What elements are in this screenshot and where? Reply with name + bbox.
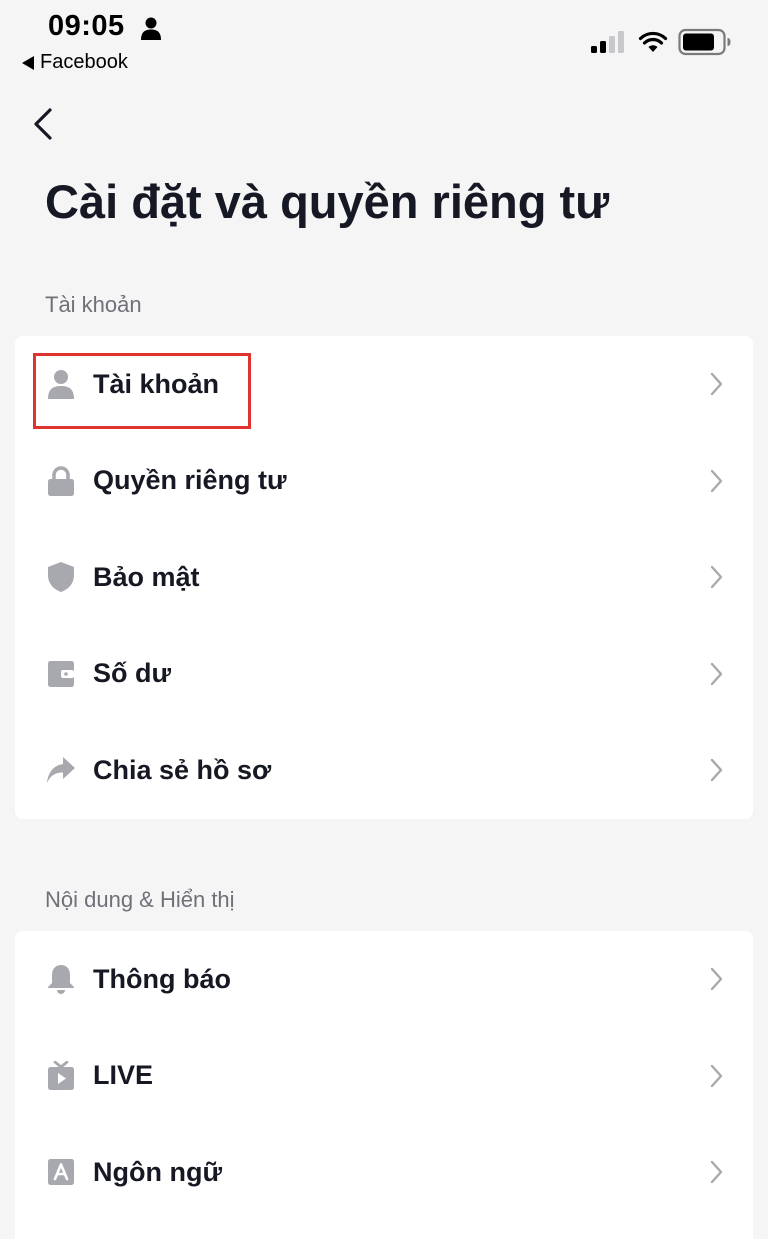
chevron-right-icon	[710, 1064, 723, 1087]
chevron-right-icon	[710, 373, 723, 396]
settings-item-label: Quyền riêng tư	[93, 465, 287, 496]
chevron-right-icon	[710, 759, 723, 782]
settings-item-account[interactable]: Tài khoản	[15, 336, 753, 433]
live-tv-icon	[45, 1060, 77, 1092]
settings-item-notifications[interactable]: Thông báo	[15, 931, 753, 1028]
page-title: Cài đặt và quyền riêng tư	[45, 175, 610, 228]
bell-icon	[45, 963, 77, 995]
back-to-app-label: Facebook	[40, 51, 128, 73]
settings-card-account: Tài khoản Quyền riêng tư Bảo mật Số dư C…	[15, 336, 753, 819]
settings-item-balance[interactable]: Số dư	[15, 626, 753, 723]
chevron-right-icon	[710, 566, 723, 589]
battery-icon	[678, 28, 731, 56]
section-header-content-display: Nội dung & Hiển thị	[45, 887, 235, 912]
settings-item-label: Tài khoản	[93, 368, 220, 399]
status-time: 09:05	[48, 10, 125, 42]
person-icon	[141, 17, 161, 40]
share-icon	[45, 754, 77, 786]
person-icon	[45, 368, 77, 400]
settings-card-content-display: Thông báo LIVE Ngôn ngữ	[15, 931, 753, 1239]
chevron-right-icon	[710, 968, 723, 991]
chevron-right-icon	[710, 662, 723, 685]
settings-item-live[interactable]: LIVE	[15, 1028, 753, 1125]
settings-item-privacy[interactable]: Quyền riêng tư	[15, 433, 753, 530]
section-header-account: Tài khoản	[45, 292, 142, 317]
settings-item-language[interactable]: Ngôn ngữ	[15, 1124, 753, 1221]
chevron-right-icon	[710, 469, 723, 492]
settings-item-label: LIVE	[93, 1060, 154, 1091]
shield-icon	[45, 561, 77, 593]
settings-item-security[interactable]: Bảo mật	[15, 529, 753, 626]
settings-item-label: Ngôn ngữ	[93, 1156, 223, 1187]
wallet-icon	[45, 658, 77, 690]
back-to-app-button[interactable]: Facebook	[22, 51, 128, 74]
settings-item-label: Bảo mật	[93, 561, 200, 592]
lock-icon	[45, 465, 77, 497]
settings-item-label: Số dư	[93, 658, 172, 689]
language-icon	[45, 1156, 77, 1188]
settings-item-label: Thông báo	[93, 963, 231, 994]
signal-icon	[591, 31, 624, 53]
settings-item-label: Chia sẻ hồ sơ	[93, 754, 272, 785]
chevron-left-icon[interactable]	[26, 104, 60, 144]
settings-item-share-profile[interactable]: Chia sẻ hồ sơ	[15, 722, 753, 819]
back-triangle-icon	[22, 55, 34, 70]
wifi-icon	[638, 31, 668, 52]
status-bar: 09:05 Facebook	[0, 0, 768, 80]
chevron-right-icon	[710, 1161, 723, 1184]
